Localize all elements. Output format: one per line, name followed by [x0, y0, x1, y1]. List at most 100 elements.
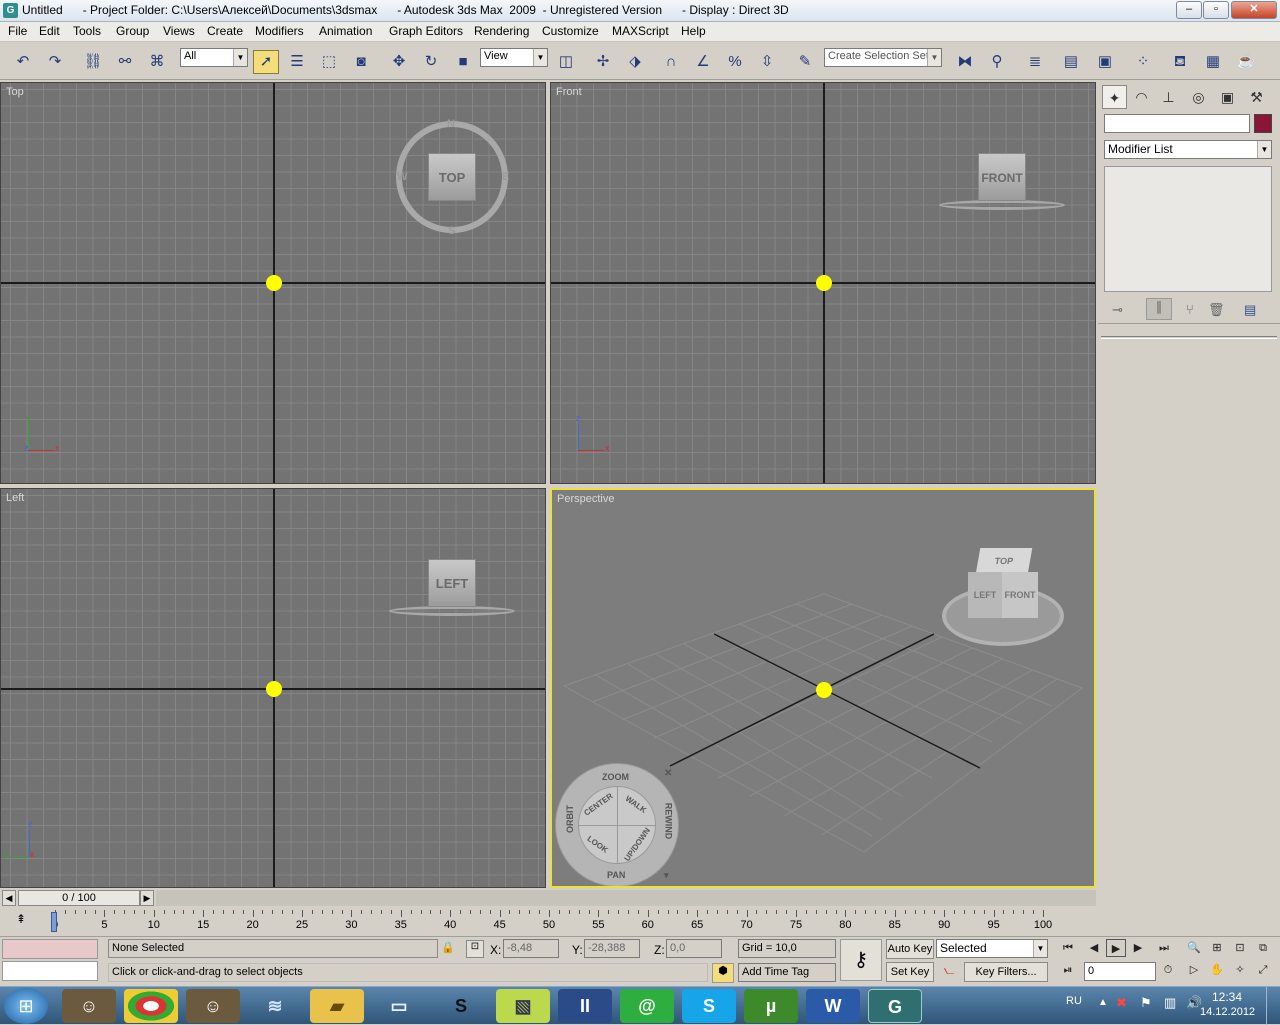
edit-named-selection-icon[interactable]: ✎: [792, 50, 818, 74]
language-indicator[interactable]: RU: [1066, 995, 1082, 1007]
zoom-extents-icon[interactable]: ⊡: [1230, 939, 1250, 957]
app-icon[interactable]: G: [3, 3, 18, 18]
chevron-down-icon[interactable]: ▾: [664, 870, 669, 881]
schematic-view-icon[interactable]: ▣: [1092, 50, 1118, 74]
unlink-icon[interactable]: ⚯: [112, 50, 138, 74]
select-manipulate-icon[interactable]: ✢: [590, 50, 616, 74]
menu-views[interactable]: Views: [163, 24, 195, 38]
menu-rendering[interactable]: Rendering: [474, 24, 529, 38]
material-editor-icon[interactable]: ⁘: [1130, 50, 1156, 74]
snaps-toggle-icon[interactable]: ∩: [658, 50, 684, 74]
named-selection-set-dropdown[interactable]: Create Selection Set ▼: [824, 48, 942, 67]
go-to-end-icon[interactable]: ⏭: [1154, 939, 1174, 957]
previous-frame-icon[interactable]: ◀: [1084, 939, 1104, 957]
window-crossing-icon[interactable]: ◙: [348, 50, 374, 74]
menu-modifiers[interactable]: Modifiers: [255, 24, 304, 38]
hierarchy-tab-icon[interactable]: ⊥: [1156, 85, 1181, 109]
clock-date[interactable]: 14.12.2012: [1200, 1006, 1255, 1018]
close-icon[interactable]: ✕: [664, 768, 672, 779]
viewport-label[interactable]: Front: [556, 86, 582, 98]
y-coordinate-field[interactable]: -28,388: [584, 939, 640, 958]
viewcube[interactable]: LEFT: [428, 559, 476, 607]
reference-coordinate-dropdown[interactable]: View ▼: [480, 48, 548, 67]
pause-app-icon[interactable]: II: [558, 989, 612, 1023]
menu-maxscript[interactable]: MAXScript: [612, 24, 669, 38]
layer-manager-icon[interactable]: ≣: [1022, 50, 1048, 74]
mirror-icon[interactable]: ⧓: [952, 50, 978, 74]
show-desktop-button[interactable]: [1266, 987, 1280, 1025]
current-frame-marker[interactable]: [51, 912, 57, 932]
menu-edit[interactable]: Edit: [39, 24, 60, 38]
quick-render-icon[interactable]: ☕: [1233, 50, 1259, 74]
pan-view-icon[interactable]: ✋: [1207, 961, 1227, 979]
pivot-center-icon[interactable]: ◫: [553, 50, 579, 74]
clock-time[interactable]: 12:34: [1212, 990, 1242, 1004]
time-configuration-icon[interactable]: ⏱: [1158, 961, 1178, 979]
s-logo-icon[interactable]: S: [434, 989, 488, 1023]
angle-snap-icon[interactable]: ∠: [690, 50, 716, 74]
object-name-field[interactable]: [1104, 114, 1250, 133]
minimize-button[interactable]: –: [1176, 1, 1202, 19]
wheel-rewind[interactable]: REWIND: [663, 803, 673, 840]
move-icon[interactable]: ✥: [386, 50, 412, 74]
spinner-snap-icon[interactable]: ⇳: [754, 50, 780, 74]
rotate-icon[interactable]: ↻: [418, 50, 444, 74]
menu-graph-editors[interactable]: Graph Editors: [389, 24, 463, 38]
bind-space-warp-icon[interactable]: ⌘: [144, 50, 170, 74]
chrome-icon[interactable]: [124, 989, 178, 1023]
viewport-label[interactable]: Top: [6, 86, 24, 98]
next-frame-icon[interactable]: ▶: [1128, 939, 1148, 957]
percent-snap-icon[interactable]: %: [722, 50, 748, 74]
wheel-orbit[interactable]: ORBIT: [565, 805, 575, 833]
frame-ruler[interactable]: 0510152025303540455055606570758085909510…: [52, 910, 1052, 936]
menu-tools[interactable]: Tools: [73, 24, 101, 38]
chevron-left-icon[interactable]: ◀: [2, 890, 16, 906]
select-by-name-icon[interactable]: ☰: [284, 50, 310, 74]
wheel-zoom[interactable]: ZOOM: [602, 772, 629, 782]
x-coordinate-field[interactable]: -8,48: [503, 939, 559, 958]
viewport-top[interactable]: Top N S W E TOP y x z: [0, 82, 546, 484]
maximize-viewport-icon[interactable]: ⤢: [1253, 961, 1273, 979]
3dsmax-taskbar-icon[interactable]: G: [868, 989, 922, 1023]
maxscript-input[interactable]: [2, 961, 98, 981]
maxscript-listener-mini[interactable]: [2, 939, 98, 959]
default-in-out-tangent-icon[interactable]: ⦦: [938, 962, 960, 982]
network-warning-icon[interactable]: ✖: [1116, 995, 1127, 1011]
viewport-label[interactable]: Perspective: [557, 493, 614, 505]
user-avatar-app-icon[interactable]: ☺: [62, 989, 116, 1023]
zoom-icon[interactable]: 🔍: [1184, 939, 1204, 957]
viewport-label[interactable]: Left: [6, 492, 24, 504]
auto-key-button[interactable]: Auto Key: [886, 939, 934, 959]
menu-create[interactable]: Create: [207, 24, 243, 38]
select-object-icon[interactable]: ➚: [253, 50, 279, 74]
viewcube[interactable]: FRONT: [978, 153, 1026, 201]
key-filters-button[interactable]: Key Filters...: [964, 962, 1048, 982]
key-icon[interactable]: ⚷: [840, 939, 882, 981]
word-icon[interactable]: W: [806, 989, 860, 1023]
user-avatar-app-2-icon[interactable]: ☺: [186, 989, 240, 1023]
scale-icon[interactable]: ■: [450, 50, 476, 74]
folder-icon[interactable]: ▰: [310, 989, 364, 1023]
key-mode-toggle-icon[interactable]: ⏯: [1058, 961, 1078, 979]
play-icon[interactable]: ▶: [1106, 939, 1126, 957]
modify-tab-icon[interactable]: ◠: [1129, 85, 1154, 109]
time-slider-track[interactable]: [156, 890, 1096, 906]
modifier-list-dropdown[interactable]: Modifier List ▼: [1104, 140, 1272, 159]
maximize-button[interactable]: ▫: [1203, 1, 1229, 19]
current-frame-spinner[interactable]: 0: [1084, 962, 1156, 981]
z-coordinate-field[interactable]: 0,0: [666, 939, 722, 958]
absolute-mode-transform-icon[interactable]: ⊡: [466, 940, 484, 958]
undo-icon[interactable]: ↶: [10, 50, 36, 74]
selection-filter-dropdown[interactable]: All ▼: [180, 48, 248, 67]
viewcube-left-face[interactable]: LEFT: [968, 572, 1002, 618]
object-color-swatch[interactable]: [1254, 114, 1272, 133]
menu-animation[interactable]: Animation: [319, 24, 372, 38]
viewcube[interactable]: TOP: [428, 153, 476, 201]
viewcube-top-face[interactable]: TOP: [975, 548, 1033, 574]
utorrent-icon[interactable]: µ: [744, 989, 798, 1023]
rendered-frame-window-icon[interactable]: ▦: [1200, 50, 1226, 74]
field-of-view-icon[interactable]: ▷: [1184, 961, 1204, 979]
zoom-extents-all-icon[interactable]: ⧉: [1253, 939, 1273, 957]
open-mini-curve-editor-icon[interactable]: ⇞: [12, 912, 30, 930]
sticker-app-icon[interactable]: ▧: [496, 989, 550, 1023]
